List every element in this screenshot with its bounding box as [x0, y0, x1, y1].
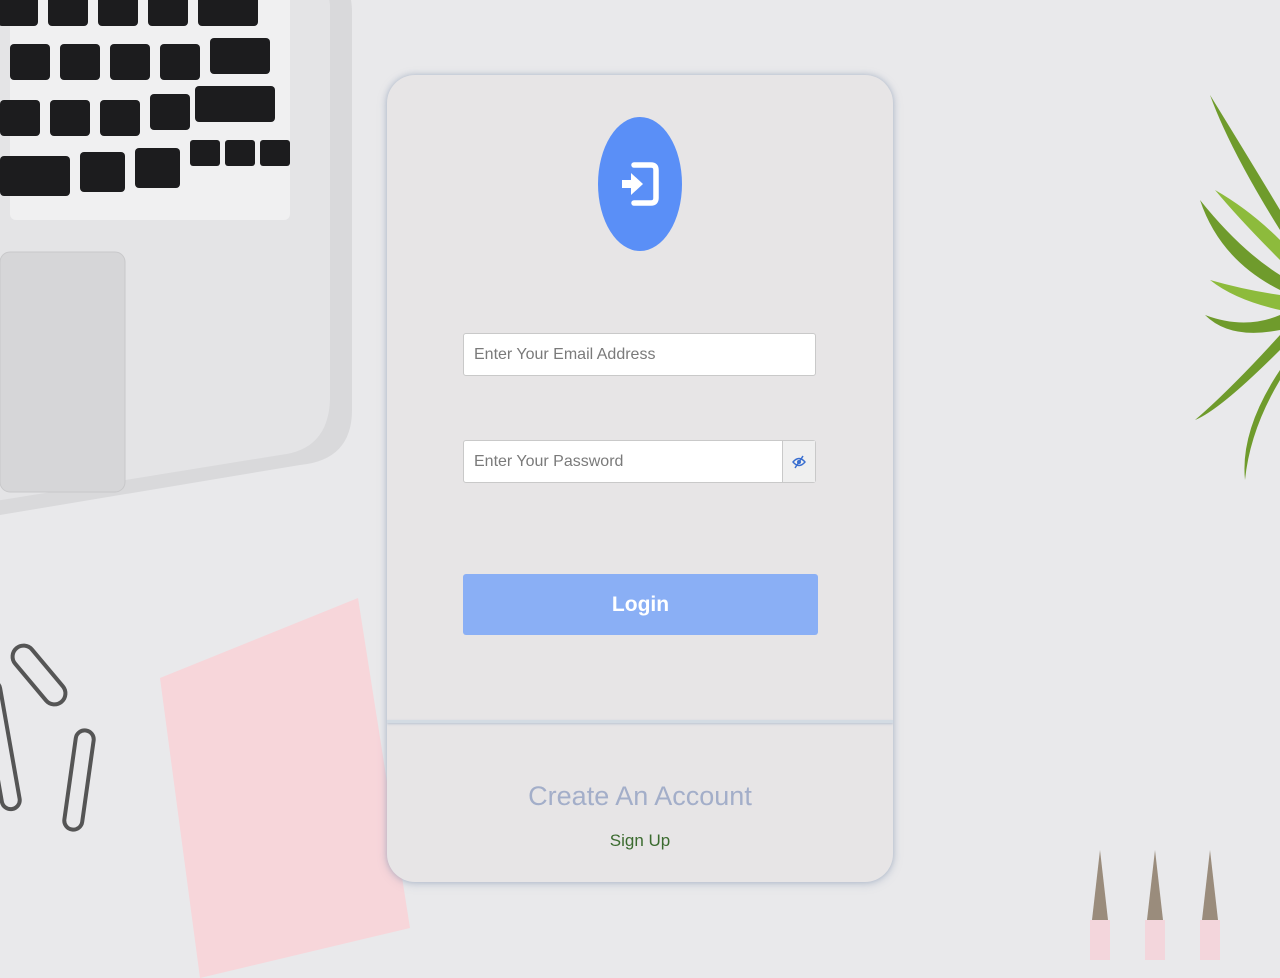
password-visibility-toggle[interactable]	[782, 441, 815, 482]
plant-illustration	[1195, 95, 1280, 480]
card-divider	[387, 720, 893, 723]
email-field	[463, 333, 816, 376]
create-account-title: Create An Account	[528, 781, 752, 811]
eye-slash-icon	[792, 455, 806, 468]
signup-link[interactable]: Sign Up	[387, 831, 893, 851]
login-badge	[598, 117, 682, 251]
sticky-note-illustration	[160, 598, 410, 978]
login-card: Login Create An Account Sign Up	[387, 75, 893, 882]
paperclips-illustration	[0, 643, 96, 832]
email-input[interactable]	[464, 334, 815, 375]
login-button[interactable]: Login	[463, 574, 818, 635]
password-input[interactable]	[464, 441, 782, 482]
pens-illustration	[1090, 850, 1220, 960]
laptop-illustration	[0, 0, 352, 515]
password-field	[463, 440, 816, 483]
login-icon	[622, 162, 659, 206]
